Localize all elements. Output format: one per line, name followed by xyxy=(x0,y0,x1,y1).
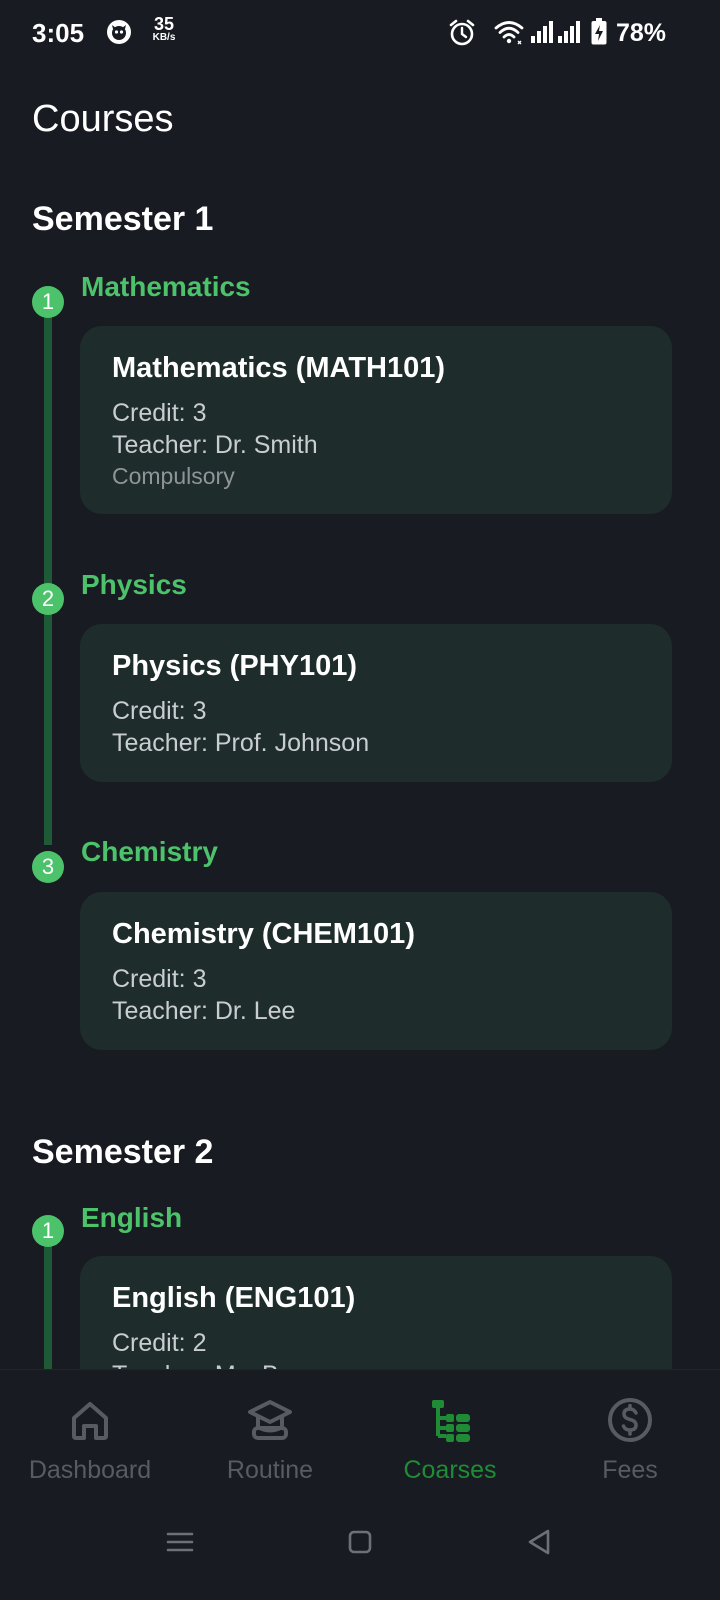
course-card-title: Chemistry (CHEM101) xyxy=(112,918,415,950)
screen: 3:05 35 KB/s 78% Courses Semester 1 1 Ma… xyxy=(0,0,720,1600)
course-type: Compulsory xyxy=(112,463,235,489)
page-title: Courses xyxy=(32,98,174,140)
tree-list-icon xyxy=(432,1400,470,1442)
bottom-navigation: Dashboard Routine Coarses Fees xyxy=(0,1369,720,1487)
nav-item-courses[interactable]: Coarses xyxy=(360,1370,540,1488)
nav-label: Fees xyxy=(602,1456,658,1484)
course-teacher: Teacher: Prof. Johnson xyxy=(112,729,370,757)
course-card-title: Physics (PHY101) xyxy=(112,650,358,682)
semester-title: Semester 1 xyxy=(32,200,214,238)
semester-title: Semester 2 xyxy=(32,1133,214,1171)
menu-icon[interactable] xyxy=(163,1525,197,1559)
course-card[interactable]: Mathematics (MATH101) Credit: 3 Teacher:… xyxy=(80,326,672,514)
system-navigation-bar xyxy=(0,1487,720,1600)
back-icon[interactable] xyxy=(522,1525,556,1559)
dollar-circle-icon xyxy=(608,1398,652,1442)
course-credit: Credit: 2 xyxy=(112,1329,207,1357)
home-icon xyxy=(72,1402,108,1440)
nav-item-fees[interactable]: Fees xyxy=(540,1370,720,1488)
course-teacher: Teacher: Dr. Smith xyxy=(112,431,318,459)
course-heading: Physics xyxy=(81,569,187,600)
home-button-icon[interactable] xyxy=(343,1525,377,1559)
course-heading: English xyxy=(81,1202,183,1233)
course-heading: Chemistry xyxy=(81,836,218,867)
course-teacher: Teacher: Dr. Lee xyxy=(112,997,296,1025)
course-credit: Credit: 3 xyxy=(112,697,207,725)
nav-label: Coarses xyxy=(403,1456,497,1484)
course-card-title: English (ENG101) xyxy=(112,1282,356,1314)
timeline-line xyxy=(44,300,52,845)
course-card-title: Mathematics (MATH101) xyxy=(112,352,446,384)
course-card[interactable]: Physics (PHY101) Credit: 3 Teacher: Prof… xyxy=(80,624,672,782)
course-credit: Credit: 3 xyxy=(112,399,207,427)
course-step-marker: 3 xyxy=(32,851,64,883)
courses-content[interactable]: Courses Semester 1 1 Mathematics Mathema… xyxy=(0,0,720,1370)
timeline-line xyxy=(44,1232,52,1370)
course-heading: Mathematics xyxy=(81,271,251,302)
nav-item-routine[interactable]: Routine xyxy=(180,1370,360,1488)
nav-label: Routine xyxy=(226,1456,314,1484)
course-card[interactable]: Chemistry (CHEM101) Credit: 3 Teacher: D… xyxy=(80,892,672,1050)
course-step-marker: 1 xyxy=(32,286,64,318)
course-step-marker: 2 xyxy=(32,583,64,615)
course-step-marker: 1 xyxy=(32,1215,64,1247)
nav-label: Dashboard xyxy=(28,1456,152,1484)
nav-item-dashboard[interactable]: Dashboard xyxy=(0,1370,180,1488)
graduation-cap-icon xyxy=(248,1400,292,1440)
course-credit: Credit: 3 xyxy=(112,965,207,993)
course-card[interactable]: English (ENG101) Credit: 2 Teacher: Ms. … xyxy=(80,1256,672,1370)
